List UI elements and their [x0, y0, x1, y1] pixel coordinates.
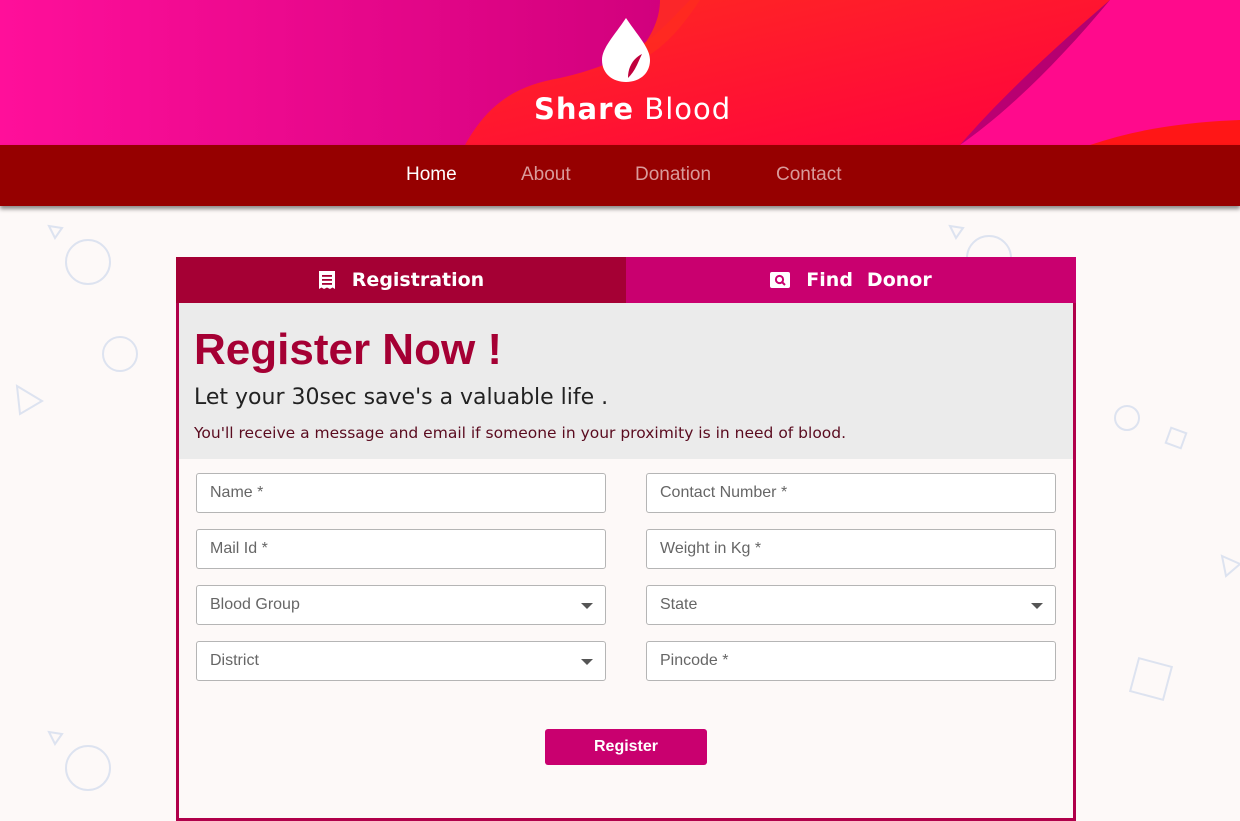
tab-registration[interactable]: Registration [176, 257, 626, 303]
main-nav: Home About Donation Contact [0, 145, 1240, 206]
pincode-input[interactable] [647, 642, 1055, 680]
tab-donor-label: Donor [866, 269, 932, 291]
logo[interactable]: Share Blood [0, 0, 1240, 145]
contact-number-input[interactable] [647, 474, 1055, 512]
mail-id-field[interactable] [196, 529, 606, 569]
chevron-down-icon [581, 659, 593, 665]
name-field[interactable] [196, 473, 606, 513]
state-value: State [660, 596, 698, 613]
registration-card: Registration Find Donor Register Now ! L… [176, 257, 1076, 821]
register-button[interactable]: Register [545, 729, 707, 765]
registration-panel: Register Now ! Let your 30sec save's a v… [176, 303, 1076, 821]
name-input[interactable] [197, 474, 605, 512]
page-description: You'll receive a message and email if so… [194, 424, 847, 442]
intro-section: Register Now ! Let your 30sec save's a v… [179, 303, 1073, 459]
receipt-icon [318, 270, 336, 290]
search-image-icon [770, 272, 791, 288]
pincode-field[interactable] [646, 641, 1056, 681]
state-select[interactable]: State [646, 585, 1056, 625]
blood-group-select[interactable]: Blood Group [196, 585, 606, 625]
tab-find-label: Find [806, 269, 853, 291]
nav-item-contact[interactable]: Contact [776, 164, 841, 186]
brand-name-rest: Blood [644, 92, 732, 126]
chevron-down-icon [581, 603, 593, 609]
page-title: Register Now ! [194, 325, 503, 374]
blood-drop-icon [602, 18, 650, 82]
nav-item-home[interactable]: Home [406, 164, 457, 186]
chevron-down-icon [1031, 603, 1043, 609]
nav-item-donation[interactable]: Donation [635, 164, 711, 186]
district-value: District [210, 652, 259, 669]
tab-bar: Registration Find Donor [176, 257, 1076, 303]
tab-registration-label: Registration [351, 269, 485, 291]
weight-field[interactable] [646, 529, 1056, 569]
tab-find-donor[interactable]: Find Donor [626, 257, 1076, 303]
brand-name-bold: Share [534, 92, 635, 126]
contact-number-field[interactable] [646, 473, 1056, 513]
weight-input[interactable] [647, 530, 1055, 568]
district-select[interactable]: District [196, 641, 606, 681]
header-banner: Share Blood [0, 0, 1240, 145]
nav-item-about[interactable]: About [521, 164, 571, 186]
page-subtitle: Let your 30sec save's a valuable life . [194, 385, 609, 410]
blood-group-value: Blood Group [210, 596, 300, 613]
brand-name: Share Blood [534, 92, 731, 126]
mail-id-input[interactable] [197, 530, 605, 568]
